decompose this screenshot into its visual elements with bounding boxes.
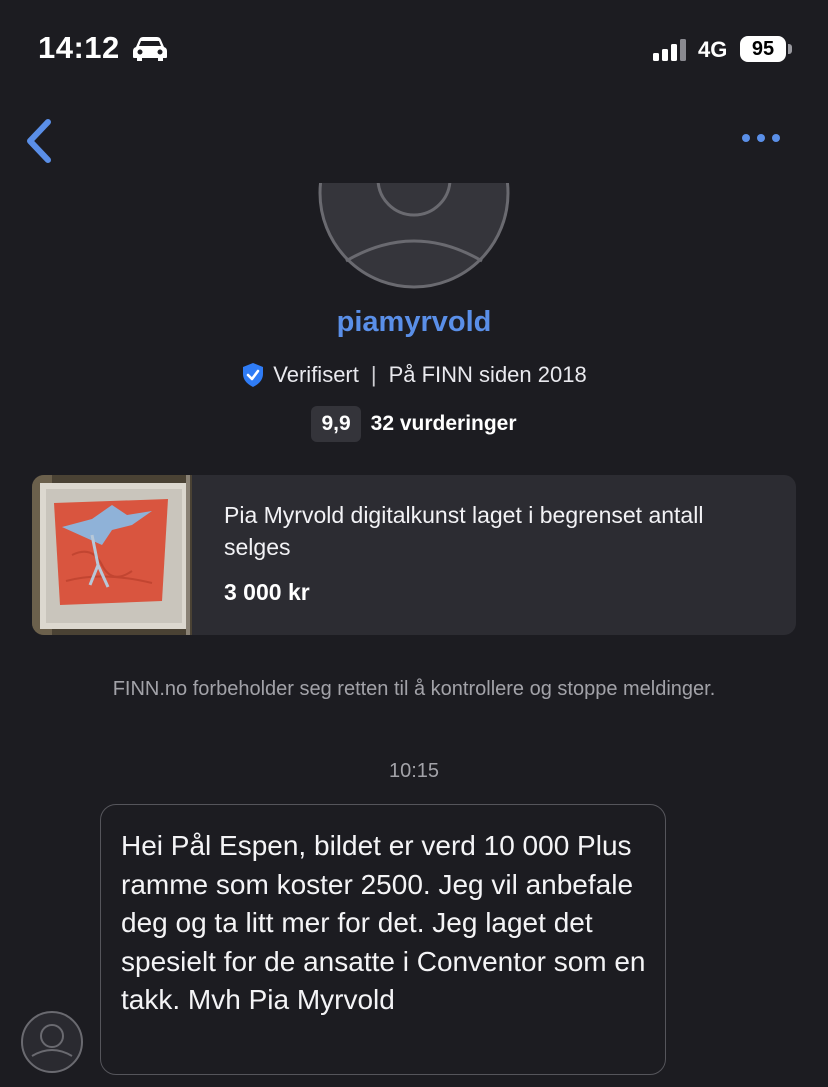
battery-icon: 95 [740, 36, 792, 64]
member-since: På FINN siden 2018 [388, 362, 587, 387]
message-text: Hei Pål Espen, bildet er verd 10 000 Plu… [121, 830, 646, 1015]
disclaimer-text: FINN.no forbeholder seg retten til å kon… [112, 678, 716, 700]
listing-price: 3 000 kr [224, 579, 310, 605]
verified-label: Verifisert [273, 362, 359, 387]
listing-card[interactable]: Pia Myrvold digitalkunst laget i begrens… [32, 475, 796, 635]
back-chevron-icon[interactable] [22, 116, 56, 166]
signal-icon [653, 39, 686, 61]
reviews-count: 32 vurderinger [370, 412, 517, 435]
status-time: 14:12 [38, 30, 120, 65]
listing-thumbnail [32, 475, 192, 635]
message-bubble[interactable]: Hei Pål Espen, bildet er verd 10 000 Plu… [100, 804, 666, 1075]
rating-score-badge: 9,9 [311, 406, 361, 442]
sender-avatar [21, 1011, 83, 1073]
rating-row[interactable]: 9,9 32 vurderinger [0, 406, 828, 442]
network-type: 4G [698, 37, 728, 62]
verified-shield-icon [243, 363, 264, 387]
battery-level: 95 [740, 36, 786, 62]
message-timestamp: 10:15 [388, 760, 440, 782]
more-options-icon[interactable] [738, 128, 784, 148]
profile-avatar [318, 183, 510, 289]
listing-title: Pia Myrvold digitalkunst laget i begrens… [224, 502, 704, 560]
car-icon [133, 37, 167, 61]
meta-separator: | [370, 362, 377, 387]
profile-username[interactable]: piamyrvold [0, 306, 828, 339]
profile-meta: Verifisert | På FINN siden 2018 [0, 362, 828, 388]
